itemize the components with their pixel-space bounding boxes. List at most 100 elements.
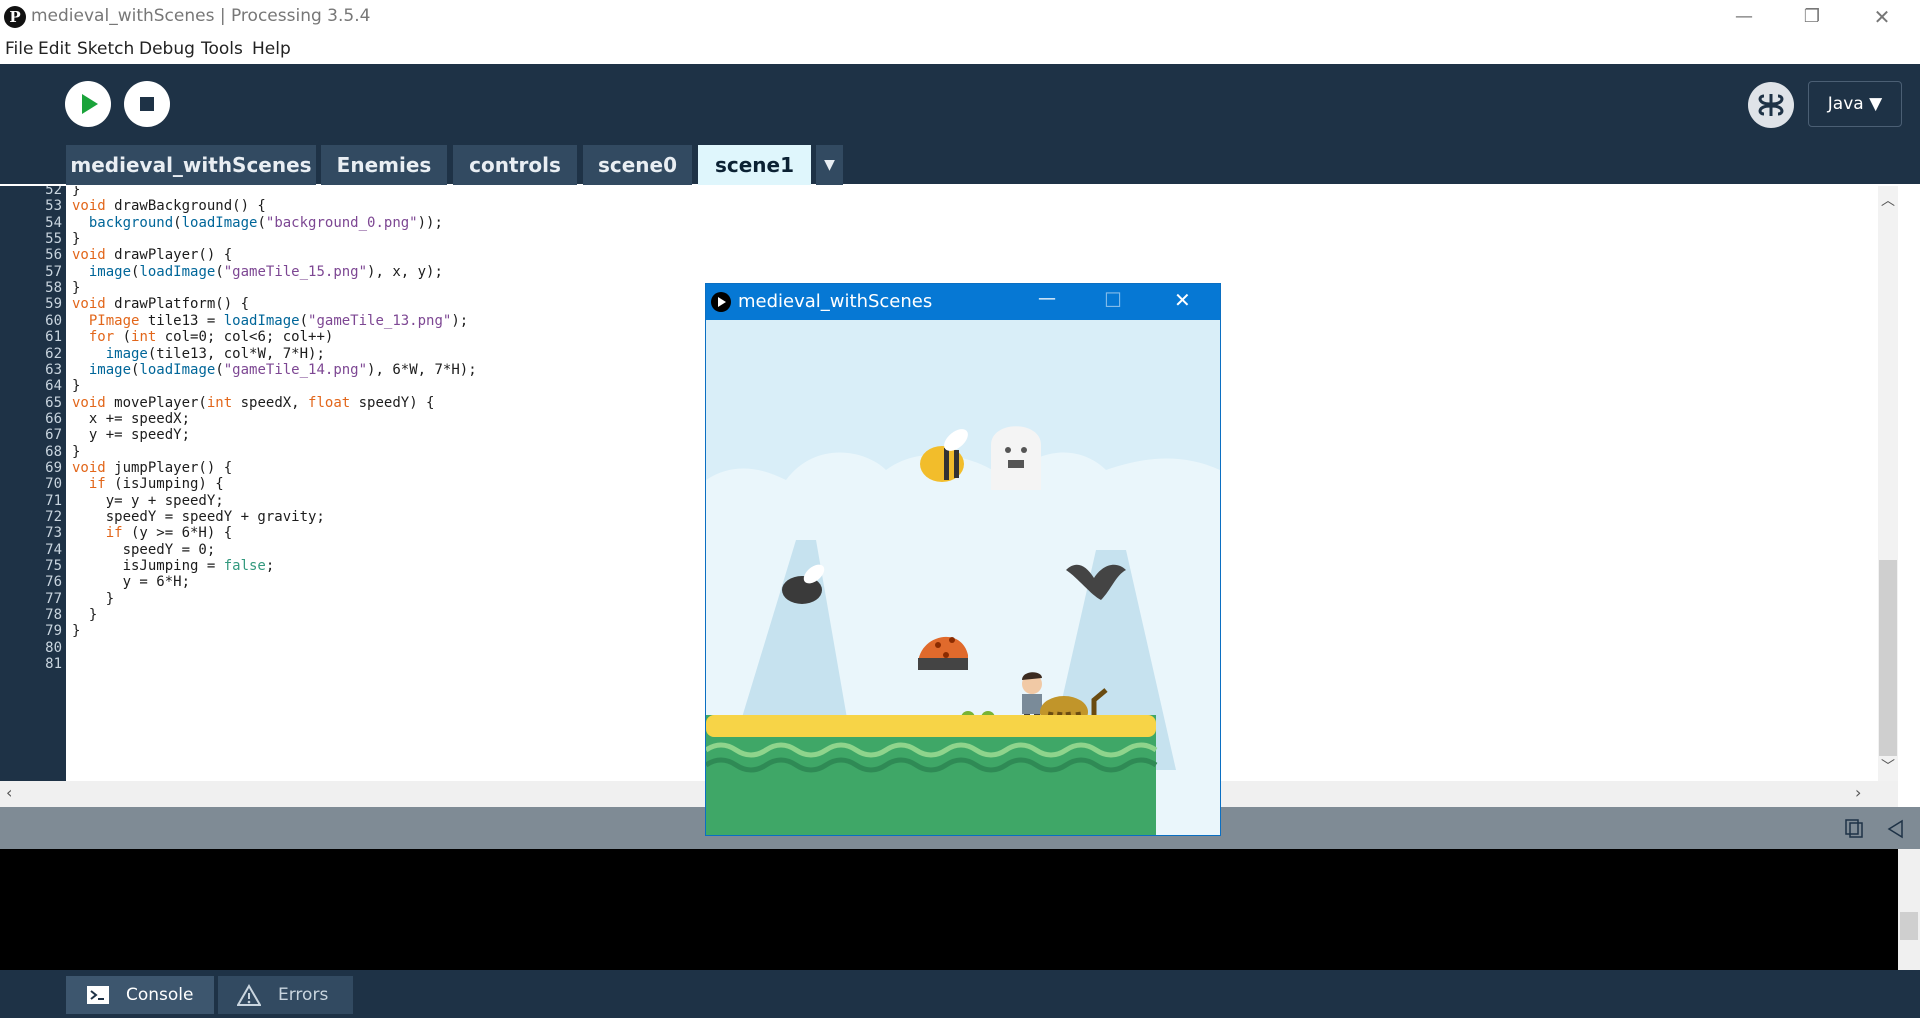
line-number: 55 [45, 231, 62, 248]
sketch-window[interactable]: medieval_withScenes — ☐ ✕ [705, 283, 1221, 836]
code-line[interactable]: } [72, 186, 80, 198]
code-line[interactable]: image(loadImage("gameTile_14.png"), 6*W,… [72, 362, 477, 378]
code-line[interactable]: } [72, 607, 97, 623]
code-line[interactable]: y= y + speedY; [72, 493, 224, 509]
line-number: 61 [45, 329, 62, 346]
code-line[interactable]: } [72, 444, 80, 460]
code-line[interactable]: speedY = speedY + gravity; [72, 509, 325, 525]
console-output[interactable] [0, 849, 1898, 970]
line-number: 73 [45, 525, 62, 542]
code-line[interactable]: y = 6*H; [72, 574, 190, 590]
play-icon [82, 94, 98, 114]
line-number: 79 [45, 623, 62, 640]
code-line[interactable]: } [72, 623, 80, 639]
line-number: 59 [45, 296, 62, 313]
console-scroll-thumb[interactable] [1900, 912, 1918, 940]
line-number: 70 [45, 476, 62, 493]
line-number: 64 [45, 378, 62, 395]
scroll-right-icon[interactable]: › [1855, 783, 1861, 802]
code-line[interactable]: image(tile13, col*W, 7*H); [72, 346, 325, 362]
tab-scene0[interactable]: scene0 [583, 145, 692, 185]
game-canvas[interactable] [706, 320, 1220, 835]
code-line[interactable]: background(loadImage("background_0.png")… [72, 215, 443, 231]
line-number: 68 [45, 443, 62, 460]
sketch-title: medieval_withScenes [738, 291, 933, 312]
code-line[interactable]: } [72, 231, 80, 247]
tab-console[interactable]: Console [66, 976, 214, 1014]
tab-scene1[interactable]: scene1 [698, 145, 811, 185]
line-number: 60 [45, 312, 62, 329]
menu-edit[interactable]: Edit [38, 39, 71, 59]
code-line[interactable]: void jumpPlayer() { [72, 460, 232, 476]
code-line[interactable]: y += speedY; [72, 427, 190, 443]
menu-debug[interactable]: Debug [139, 39, 195, 59]
code-line[interactable]: void drawPlayer() { [72, 247, 232, 263]
code-line[interactable]: } [72, 280, 80, 296]
debugger-button[interactable] [1748, 82, 1794, 128]
stop-button[interactable] [124, 81, 170, 127]
code-line[interactable]: x += speedX; [72, 411, 190, 427]
minimize-button[interactable]: — [1714, 0, 1774, 34]
code-line[interactable]: void drawBackground() { [72, 198, 266, 214]
code-line[interactable]: } [72, 591, 114, 607]
line-number-gutter: 52 53 54 55 56 57 58 59 60 61 62 63 64 65 66 67 68 69 70 71… [0, 186, 66, 781]
ghost-enemy [991, 426, 1041, 490]
code-line[interactable]: void drawPlatform() { [72, 296, 249, 312]
sketch-maximize-button[interactable]: ☐ [1104, 288, 1122, 312]
title-bar: P medieval_withScenes | Processing 3.5.4… [0, 0, 1920, 36]
line-number: 67 [45, 427, 62, 444]
code-line[interactable]: PImage tile13 = loadImage("gameTile_13.p… [72, 313, 468, 329]
collapse-console-icon[interactable] [1886, 819, 1906, 839]
tab-enemies[interactable]: Enemies [321, 145, 447, 185]
line-number: 72 [45, 509, 62, 525]
line-number: 80 [45, 639, 62, 656]
menu-sketch[interactable]: Sketch [77, 39, 134, 59]
menu-tools[interactable]: Tools [201, 39, 243, 59]
window-title: medieval_withScenes | Processing 3.5.4 [31, 6, 371, 26]
restore-button[interactable]: ❐ [1782, 0, 1842, 34]
tab-errors[interactable]: Errors [218, 976, 353, 1014]
code-line[interactable]: speedY = 0; [72, 542, 216, 558]
editor-scroll-thumb[interactable] [1879, 560, 1897, 756]
menu-bar: File Edit Sketch Debug Tools Help [0, 36, 1920, 65]
line-number: 57 [45, 263, 62, 280]
menu-help[interactable]: Help [252, 39, 291, 59]
copy-console-icon[interactable] [1843, 817, 1865, 839]
tab-controls[interactable]: controls [453, 145, 577, 185]
line-number: 81 [45, 656, 62, 673]
menu-file[interactable]: File [5, 39, 33, 59]
code-line[interactable]: isJumping = false; [72, 558, 275, 574]
scroll-up-icon[interactable]: ︿ [1881, 190, 1895, 210]
line-number: 76 [45, 574, 62, 591]
sketch-minimize-button[interactable]: — [1038, 288, 1056, 309]
line-number: 69 [45, 459, 62, 476]
terminal-icon [87, 986, 109, 1004]
mode-selector[interactable]: Java ▼ [1808, 81, 1902, 127]
console-scrollbar[interactable] [1898, 849, 1920, 970]
code-line[interactable]: for (int col=0; col<6; col++) [72, 329, 333, 345]
tab-medieval-withscenes[interactable]: medieval_withScenes [66, 145, 316, 185]
line-number: 52 [45, 186, 62, 198]
run-button[interactable] [65, 81, 111, 127]
code-line[interactable]: if (y >= 6*H) { [72, 525, 232, 541]
sketch-run-icon [711, 292, 731, 312]
code-line[interactable]: void movePlayer(int speedX, float speedY… [72, 395, 434, 411]
line-number: 75 [45, 558, 62, 575]
code-line[interactable]: } [72, 378, 80, 394]
scroll-left-icon[interactable]: ‹ [6, 783, 12, 802]
platform [706, 715, 1158, 835]
line-number: 74 [45, 541, 62, 558]
line-number: 63 [45, 361, 62, 378]
line-number: 71 [45, 492, 62, 509]
sketch-close-button[interactable]: ✕ [1174, 288, 1191, 312]
line-number: 54 [45, 214, 62, 231]
scroll-down-icon[interactable]: ﹀ [1881, 756, 1895, 776]
code-line[interactable]: image(loadImage("gameTile_15.png"), x, y… [72, 264, 443, 280]
close-button[interactable]: ✕ [1852, 0, 1912, 34]
line-number: 66 [45, 410, 62, 427]
code-line[interactable]: if (isJumping) { [72, 476, 224, 492]
tabs-menu-button[interactable]: ▼ [816, 145, 843, 185]
line-number: 53 [45, 198, 62, 215]
errors-label: Errors [278, 985, 329, 1005]
line-number: 78 [45, 607, 62, 624]
